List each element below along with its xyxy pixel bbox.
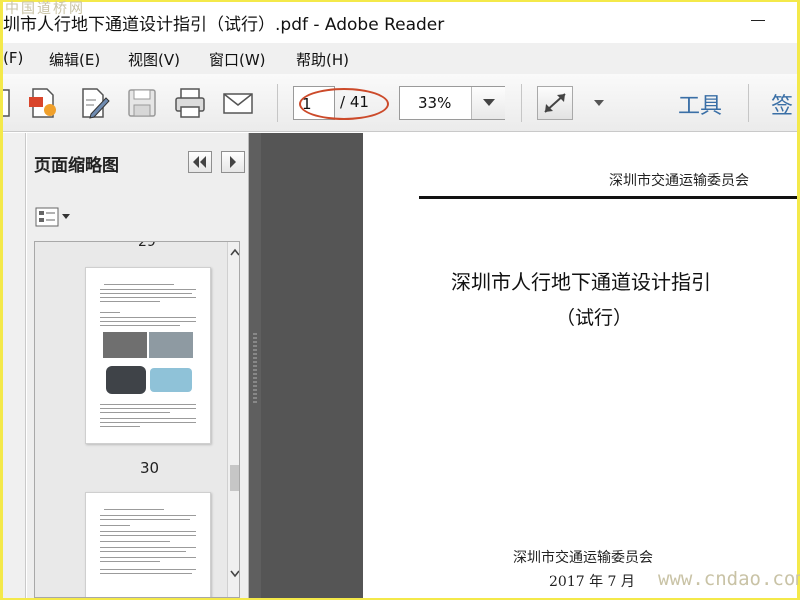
- page-thumbnails-panel: 页面缩略图 29 30: [27, 133, 249, 598]
- document-page: 深圳市交通运输委员会 深圳市人行地下通道设计指引 （试行） 深圳市交通运输委员会…: [363, 133, 797, 598]
- menu-bar: (F) 编辑(E) 视图(V) 窗口(W) 帮助(H): [3, 43, 797, 74]
- chevron-down-icon: [483, 99, 495, 106]
- photo-thumbnail: [106, 366, 146, 394]
- scroll-up-icon[interactable]: [230, 248, 240, 256]
- minimize-icon[interactable]: [751, 20, 765, 21]
- print-icon[interactable]: [173, 86, 207, 120]
- panel-title: 页面缩略图: [34, 156, 119, 176]
- photo-thumbnail: [149, 332, 193, 358]
- adobe-reader-window: 圳市人行地下通道设计指引（试行）.pdf - Adobe Reader (F) …: [3, 2, 797, 598]
- edit-icon[interactable]: [77, 86, 111, 120]
- page-header-org: 深圳市交通运输委员会: [609, 173, 749, 189]
- photo-thumbnail: [103, 332, 147, 358]
- navigation-strip: [3, 133, 26, 598]
- page-number-label: 30: [140, 459, 160, 477]
- menu-file[interactable]: (F): [3, 49, 23, 67]
- page-thumbnail-30[interactable]: [85, 267, 211, 444]
- email-icon[interactable]: [221, 86, 255, 120]
- open-icon[interactable]: [3, 86, 17, 120]
- document-title: 深圳市人行地下通道设计指引: [451, 270, 711, 294]
- menu-edit[interactable]: 编辑(E): [49, 49, 100, 70]
- watermark-url: www.cndao.com: [658, 568, 800, 590]
- next-panel-button[interactable]: [221, 151, 245, 173]
- tools-pane-button[interactable]: 工具: [678, 88, 722, 120]
- document-issuer: 深圳市交通运输委员会: [513, 550, 653, 566]
- photo-thumbnail: [150, 368, 192, 392]
- more-tools-arrow[interactable]: [594, 100, 604, 106]
- save-icon[interactable]: [125, 86, 159, 120]
- fullscreen-icon: [544, 93, 566, 113]
- fullscreen-button[interactable]: [537, 86, 573, 120]
- toolbar: 1 / 41 33% 工具 签: [3, 74, 797, 132]
- thumbnail-list[interactable]: 29 30: [34, 241, 240, 598]
- splitter-grip[interactable]: [253, 333, 257, 403]
- thumbnail-scrollbar[interactable]: [227, 242, 240, 597]
- toolbar-separator: [277, 84, 278, 122]
- highlight-oval: [299, 88, 389, 120]
- header-rule: [419, 196, 797, 199]
- toolbar-separator: [521, 84, 522, 122]
- collapse-panel-button[interactable]: [188, 151, 212, 173]
- title-bar: 圳市人行地下通道设计指引（试行）.pdf - Adobe Reader: [3, 2, 797, 42]
- menu-help[interactable]: 帮助(H): [296, 49, 349, 70]
- sign-pane-button[interactable]: 签: [771, 88, 793, 120]
- page-thumbnail-31[interactable]: [85, 492, 211, 597]
- menu-window[interactable]: 窗口(W): [209, 49, 266, 70]
- document-subtitle: （试行）: [556, 307, 633, 329]
- zoom-value: 33%: [418, 94, 452, 112]
- scrollbar-thumb[interactable]: [230, 465, 239, 491]
- panel-splitter[interactable]: [249, 133, 261, 598]
- menu-view[interactable]: 视图(V): [128, 49, 180, 70]
- zoom-dropdown-button[interactable]: [471, 87, 505, 119]
- watermark-logo: 中国道桥网: [5, 1, 85, 17]
- double-left-icon: [193, 156, 206, 168]
- document-date: 2017 年 7 月: [549, 574, 635, 590]
- create-pdf-icon[interactable]: [25, 86, 59, 120]
- zoom-select[interactable]: 33%: [399, 86, 505, 120]
- scroll-down-icon[interactable]: [230, 570, 240, 578]
- right-arrow-icon: [230, 156, 236, 168]
- document-view[interactable]: 深圳市交通运输委员会 深圳市人行地下通道设计指引 （试行） 深圳市交通运输委员会…: [261, 133, 797, 598]
- thumbnail-options-icon[interactable]: [34, 206, 74, 228]
- toolbar-separator: [748, 84, 749, 122]
- page-number-label: 29: [138, 241, 156, 250]
